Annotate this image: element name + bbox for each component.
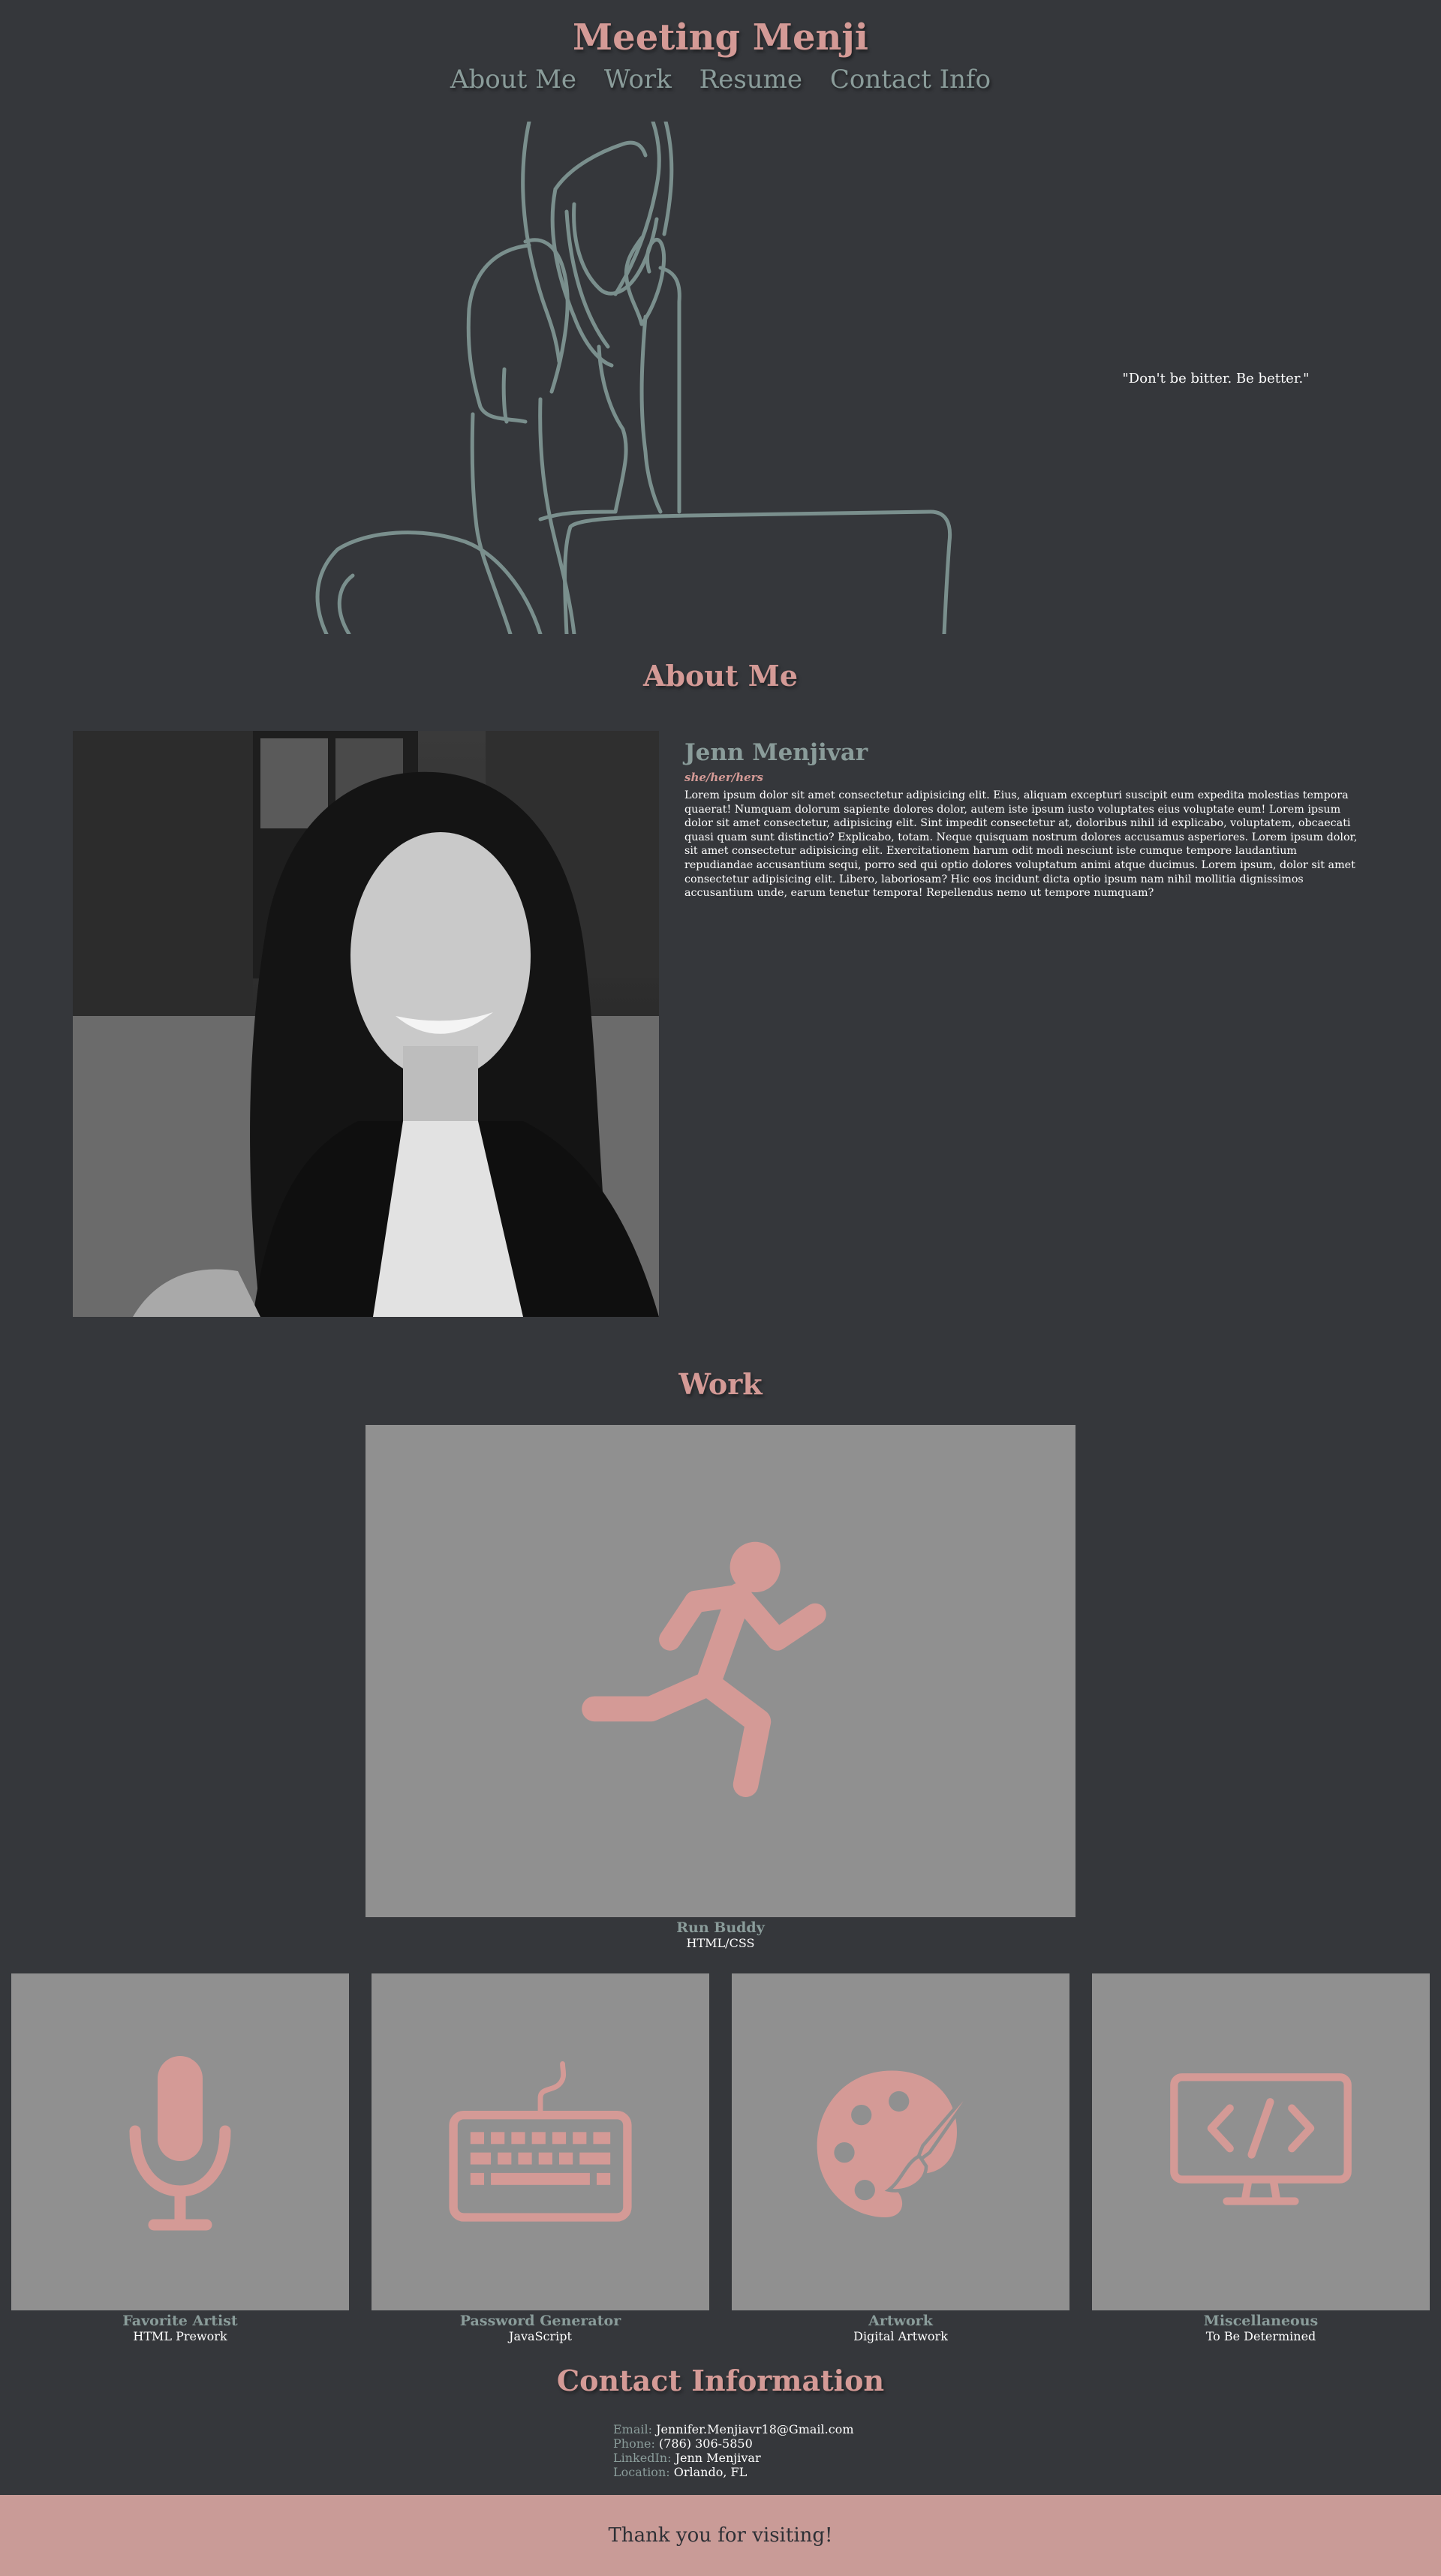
microphone-icon — [129, 2055, 231, 2230]
contact-linkedin-value[interactable]: Jenn Menjivar — [675, 2451, 761, 2465]
bio-name: Jenn Menjivar — [684, 739, 868, 766]
contact-location-value: Orlando, FL — [673, 2465, 748, 2479]
contact-phone-value[interactable]: (786) 306-5850 — [659, 2436, 753, 2451]
contact-phone-label: Phone: — [613, 2436, 655, 2451]
line-drawing-illustration — [315, 122, 952, 634]
project-subtitle-favorite-artist: HTML Prework — [133, 2329, 227, 2343]
project-card-artwork[interactable] — [732, 1973, 1069, 2310]
contact-phone: Phone: (786) 306-5850 — [613, 2436, 853, 2451]
project-subtitle-artwork: Digital Artwork — [853, 2329, 948, 2343]
contact-linkedin-label: LinkedIn: — [613, 2451, 672, 2465]
contact-location-label: Location: — [613, 2465, 670, 2479]
bio-text: Lorem ipsum dolor sit amet consectetur a… — [684, 789, 1358, 900]
contact-linkedin: LinkedIn: Jenn Menjivar — [613, 2451, 853, 2465]
contact-email-value[interactable]: Jennifer.Menjiavr18@Gmail.com — [656, 2422, 853, 2436]
hero-quote: "Don't be bitter. Be better." — [1122, 371, 1310, 386]
project-card-miscellaneous[interactable] — [1092, 1973, 1430, 2310]
contact-heading: Contact Information — [556, 2364, 885, 2397]
bio-block: Jenn Menjivar she/her/hers Lorem ipsum d… — [684, 739, 1360, 900]
nav-resume[interactable]: Resume — [699, 65, 802, 95]
work-heading: Work — [678, 1367, 763, 1401]
project-subtitle-miscellaneous: To Be Determined — [1205, 2329, 1316, 2343]
project-subtitle-password-generator: JavaScript — [509, 2329, 572, 2343]
project-subtitle-run-buddy: HTML/CSS — [686, 1936, 755, 1950]
project-title-run-buddy[interactable]: Run Buddy — [366, 1919, 1075, 1936]
nav-contact-info[interactable]: Contact Info — [830, 65, 991, 95]
keyboard-icon — [449, 2060, 632, 2222]
running-person-icon — [582, 1541, 826, 1797]
contact-email: Email: Jennifer.Menjiavr18@Gmail.com — [613, 2422, 853, 2436]
site-title: Meeting Menji — [573, 17, 868, 59]
bio-pronouns: she/her/hers — [684, 771, 763, 784]
project-title-miscellaneous[interactable]: Miscellaneous — [1092, 2313, 1430, 2329]
project-card-password-generator[interactable] — [372, 1973, 709, 2310]
about-heading: About Me — [642, 659, 799, 693]
contact-email-label: Email: — [613, 2422, 653, 2436]
footer: Thank you for visiting! — [0, 2495, 1441, 2576]
nav-work[interactable]: Work — [604, 65, 672, 95]
project-card-run-buddy[interactable] — [366, 1425, 1075, 1917]
contact-list: Email: Jennifer.Menjiavr18@Gmail.com Pho… — [613, 2422, 853, 2479]
nav-about-me[interactable]: About Me — [450, 65, 576, 95]
project-title-password-generator[interactable]: Password Generator — [372, 2313, 709, 2329]
project-card-favorite-artist[interactable] — [11, 1973, 349, 2310]
main-nav: About Me Work Resume Contact Info — [0, 65, 1441, 95]
project-title-favorite-artist[interactable]: Favorite Artist — [11, 2313, 349, 2329]
palette-icon — [817, 2070, 986, 2217]
footer-text: Thank you for visiting! — [608, 2524, 833, 2547]
code-monitor-icon — [1170, 2073, 1352, 2205]
portrait-photo — [73, 731, 659, 1317]
contact-location: Location: Orlando, FL — [613, 2465, 853, 2479]
project-title-artwork[interactable]: Artwork — [732, 2313, 1069, 2329]
